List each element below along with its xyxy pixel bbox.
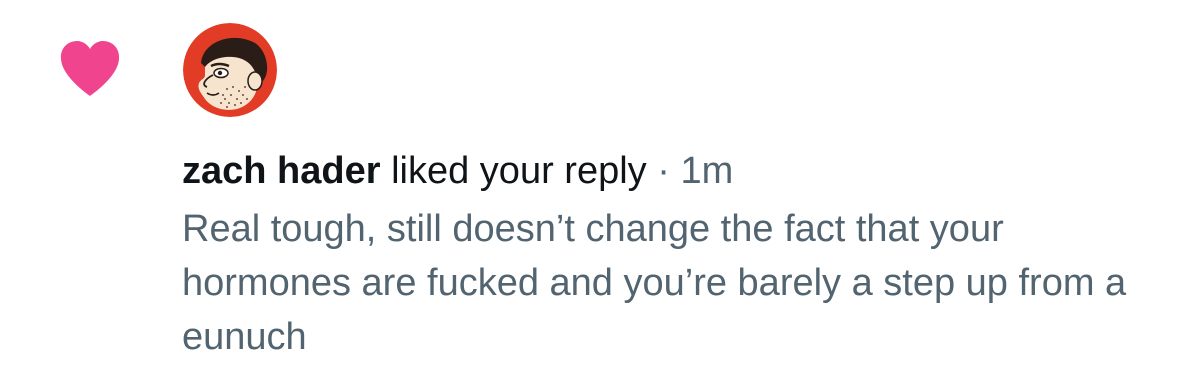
like-notification[interactable]: zach hader liked your reply · 1m Real to… — [0, 0, 1199, 381]
notification-content: zach hader liked your reply · 1m Real to… — [182, 146, 1182, 364]
reply-text[interactable]: Real tough, still doesn’t change the fac… — [182, 202, 1172, 364]
action-text: liked your reply — [391, 150, 647, 192]
separator-dot: · — [657, 150, 670, 192]
avatar[interactable] — [183, 23, 277, 117]
actor-name[interactable]: zach hader — [182, 150, 381, 192]
heart-icon — [58, 40, 122, 98]
timestamp[interactable]: 1m — [680, 150, 733, 192]
notification-headline: zach hader liked your reply · 1m — [182, 146, 1182, 196]
